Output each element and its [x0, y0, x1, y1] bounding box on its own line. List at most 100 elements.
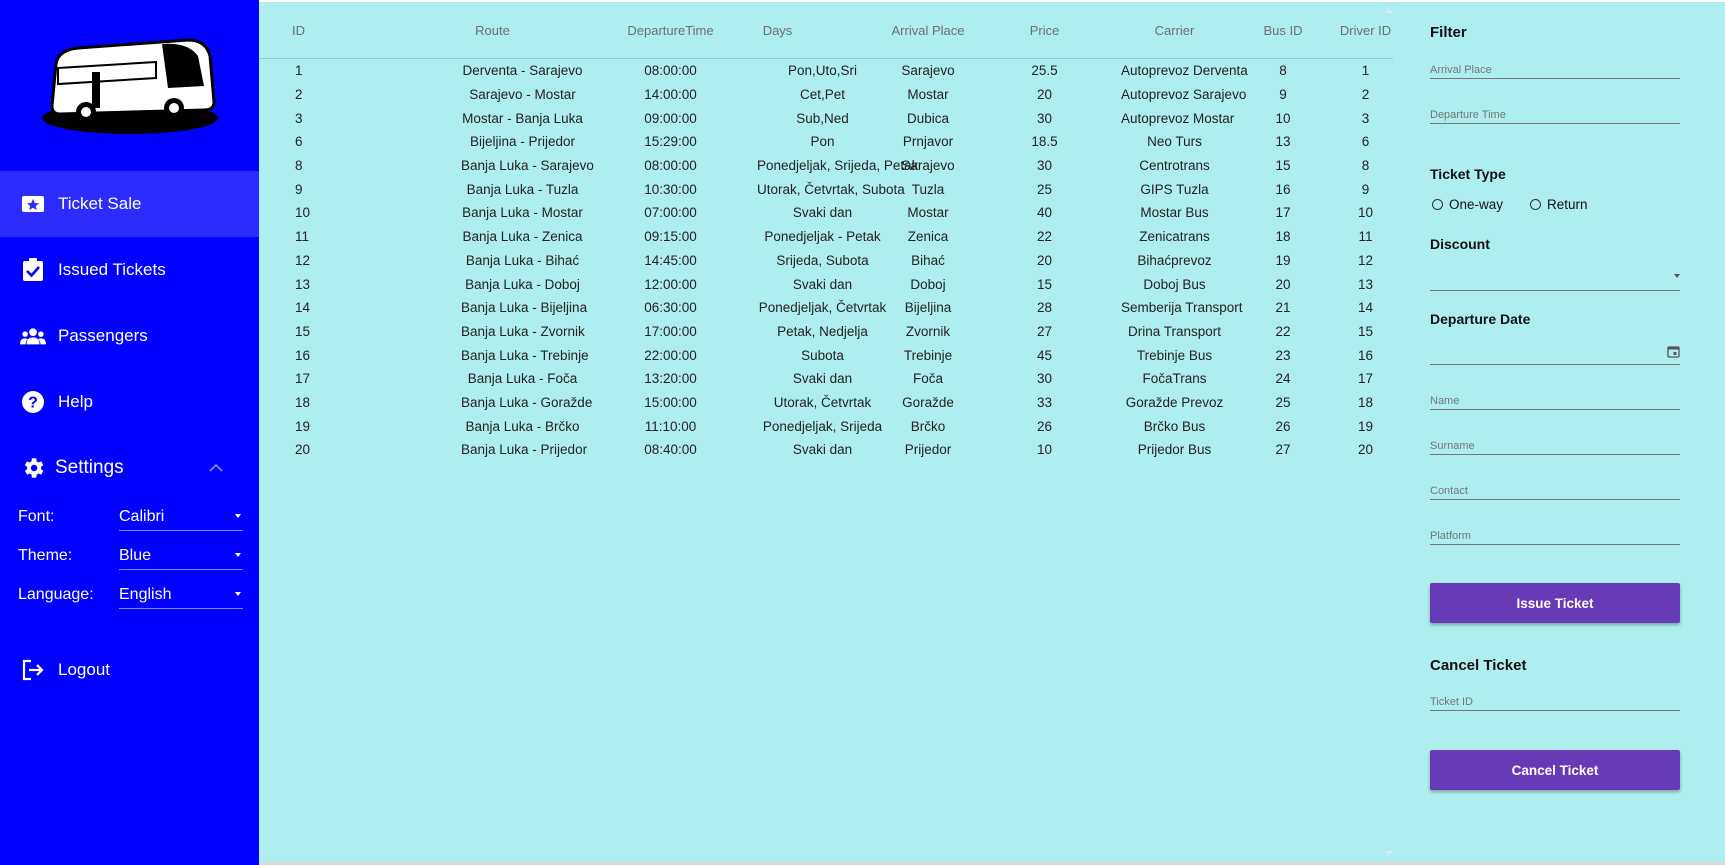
sidebar-item-passengers[interactable]: Passengers [0, 303, 259, 369]
column-header-days[interactable]: Days [757, 2, 888, 59]
contact-field[interactable] [1430, 469, 1680, 500]
chevron-up-icon[interactable] [206, 458, 226, 478]
arrival-place-field[interactable] [1430, 48, 1680, 79]
filter-title: Filter [1430, 24, 1467, 41]
table-cell: 6 [1361, 134, 1370, 150]
table-cell: 13 [1275, 134, 1291, 150]
table-cell: 18 [295, 394, 311, 410]
table-cell: 3 [295, 110, 303, 126]
column-header-departure-time[interactable]: DepartureTime [584, 2, 757, 59]
table-cell: Srijeda, Subota [776, 252, 869, 268]
table-cell: 13:20:00 [644, 371, 697, 387]
table-cell: 24 [1275, 371, 1291, 387]
surname-input[interactable] [1430, 440, 1680, 452]
ticket-type-title: Ticket Type [1430, 166, 1506, 182]
column-header-carrier[interactable]: Carrier [1121, 2, 1228, 59]
font-select[interactable]: Calibri [119, 504, 243, 531]
table-row[interactable]: 19 Banja Luka - Brčko 11:10:00 Ponedjeljak,… [259, 414, 1393, 438]
radio-circle[interactable] [1530, 199, 1541, 210]
table-cell: Bihaćprevoz [1137, 252, 1212, 268]
theme-select[interactable]: Blue [119, 543, 243, 570]
table-cell: 15 [1275, 158, 1291, 174]
settings-section-toggle[interactable]: Settings [0, 448, 259, 488]
table-cell: Banja Luka - Foča [467, 371, 578, 387]
surname-field[interactable] [1430, 424, 1680, 455]
issue-ticket-button[interactable]: Issue Ticket [1430, 583, 1680, 623]
scroll-down-arrow[interactable] [1385, 851, 1393, 856]
arrival-place-input[interactable] [1430, 64, 1680, 76]
table-cell: Svaki dan [792, 205, 853, 221]
logout-button[interactable]: Logout [0, 637, 259, 703]
table-row[interactable]: 17 Banja Luka - Foča 13:20:00 Svaki dan Foča… [259, 367, 1393, 391]
return-radio[interactable]: Return [1530, 197, 1588, 212]
table-row[interactable]: 9 Banja Luka - Tuzla 10:30:00 Utorak, Četvr… [259, 177, 1393, 201]
table-row[interactable]: 18 Banja Luka - Goražde 15:00:00 Utorak, Če… [259, 391, 1393, 415]
sidebar-item-issued-tickets[interactable]: Issued Tickets [0, 237, 259, 303]
table-cell: Banja Luka - Sarajevo [461, 158, 594, 174]
table-cell: Banja Luka - Goražde [461, 394, 593, 410]
ticket-form-panel: Filter Ticket Type One-way Return Discou… [1393, 2, 1725, 862]
table-row[interactable]: 13 Banja Luka - Doboj 12:00:00 Svaki dan Dob… [259, 272, 1393, 296]
table-row[interactable]: 15 Banja Luka - Zvornik 17:00:00 Petak, Ned… [259, 320, 1393, 344]
table-cell: 33 [1036, 394, 1053, 410]
calendar-icon[interactable] [1667, 345, 1680, 358]
discount-select[interactable] [1430, 260, 1680, 291]
column-header-arrival-place[interactable]: Arrival Place [888, 2, 968, 59]
table-cell: Prijedor Bus [1137, 442, 1212, 458]
table-row[interactable]: 3 Mostar - Banja Luka 09:00:00 Sub,Ned Dubic… [259, 106, 1393, 130]
cancel-ticket-button[interactable]: Cancel Ticket [1430, 750, 1680, 790]
table-body: 1 Derventa - Sarajevo 08:00:00 Pon,Uto,Sri S… [259, 59, 1393, 462]
table-cell: Goražde [902, 394, 954, 410]
column-header-bus-id[interactable]: Bus ID [1228, 2, 1338, 59]
table-row[interactable]: 8 Banja Luka - Sarajevo 08:00:00 Ponedjelja… [259, 154, 1393, 178]
ticket-id-field[interactable] [1430, 680, 1680, 711]
table-row[interactable]: 2 Sarajevo - Mostar 14:00:00 Cet,Pet Mostar 2… [259, 83, 1393, 107]
table-cell: 1 [295, 63, 303, 79]
table-cell: Subota [801, 347, 844, 363]
ticket-id-input[interactable] [1430, 696, 1680, 708]
departure-date-field[interactable] [1430, 334, 1680, 365]
scroll-up-arrow[interactable] [1385, 8, 1393, 13]
platform-field[interactable] [1430, 514, 1680, 545]
table-cell: 25 [1275, 394, 1291, 410]
departure-date-title: Departure Date [1430, 311, 1531, 327]
column-header-route[interactable]: Route [461, 2, 584, 59]
sidebar-item-help[interactable]: ? Help [0, 369, 259, 435]
table-cell: 19 [1275, 252, 1291, 268]
table-row[interactable]: 14 Banja Luka - Bijeljina 06:30:00 Ponedjel… [259, 296, 1393, 320]
one-way-radio[interactable]: One-way [1432, 197, 1503, 212]
sidebar-item-label: Help [58, 392, 93, 411]
name-input[interactable] [1430, 395, 1680, 407]
table-row[interactable]: 11 Banja Luka - Zenica 09:15:00 Ponedjeljak… [259, 225, 1393, 249]
radio-circle[interactable] [1432, 199, 1443, 210]
table-cell: Banja Luka - Trebinje [461, 347, 589, 363]
table-cell: Petak, Nedjelja [777, 323, 868, 339]
departure-time-field[interactable] [1430, 93, 1680, 124]
table-cell: Zenica [907, 229, 949, 245]
table-cell: 13 [1357, 276, 1374, 292]
table-row[interactable]: 1 Derventa - Sarajevo 08:00:00 Pon,Uto,Sri S… [259, 59, 1393, 83]
font-value: Calibri [119, 508, 165, 525]
column-header-id[interactable]: ID [283, 2, 461, 59]
row-spacer [259, 343, 283, 367]
name-field[interactable] [1430, 379, 1680, 410]
platform-input[interactable] [1430, 530, 1680, 542]
table-cell: 22 [1275, 323, 1291, 339]
table-cell: 1 [1361, 63, 1370, 79]
contact-input[interactable] [1430, 485, 1680, 497]
table-row[interactable]: 10 Banja Luka - Mostar 07:00:00 Svaki dan Mo… [259, 201, 1393, 225]
table-row[interactable]: 20 Banja Luka - Prijedor 08:40:00 Svaki dan… [259, 438, 1393, 462]
table-cell: 9 [1361, 181, 1370, 197]
table-cell: 12:00:00 [644, 276, 697, 292]
table-cell: 18.5 [1031, 134, 1058, 150]
sidebar-item-ticket-sale[interactable]: Ticket Sale [0, 171, 259, 237]
table-row[interactable]: 6 Bijeljina - Prijedor 15:29:00 Pon Prnjavor… [259, 130, 1393, 154]
departure-time-input[interactable] [1430, 109, 1680, 121]
table-cell: Banja Luka - Tuzla [466, 181, 579, 197]
table-cell: 40 [1036, 205, 1053, 221]
language-select[interactable]: English [119, 582, 243, 609]
table-row[interactable]: 16 Banja Luka - Trebinje 22:00:00 Subota Tre… [259, 343, 1393, 367]
table-cell: Utorak, Četvrtak, Subota [757, 181, 905, 197]
column-header-price[interactable]: Price [968, 2, 1121, 59]
table-row[interactable]: 12 Banja Luka - Bihać 14:45:00 Srijeda, Sub… [259, 249, 1393, 273]
